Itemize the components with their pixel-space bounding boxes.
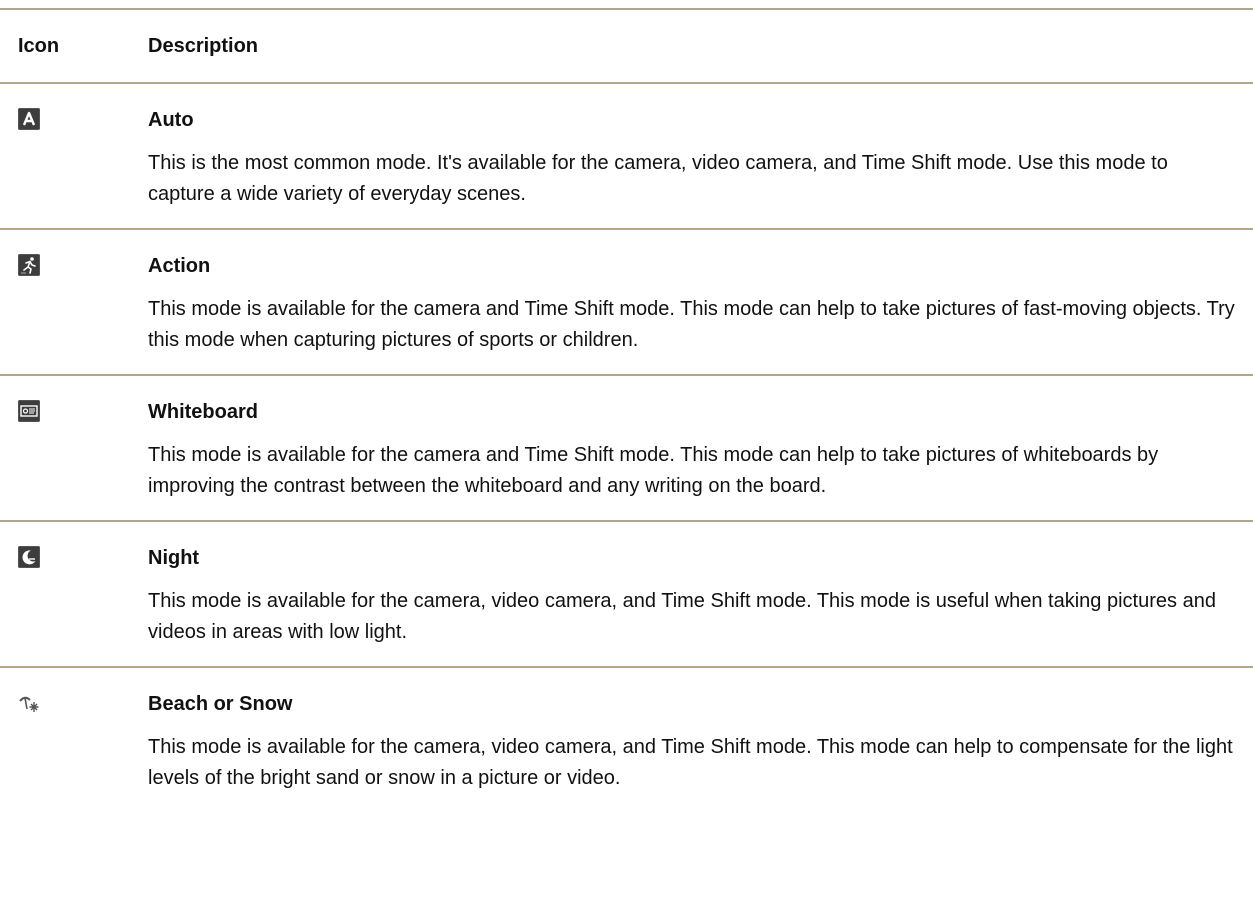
table-row: Night This mode is available for the cam… bbox=[0, 522, 1253, 666]
table-header-row: Icon Description bbox=[0, 10, 1253, 82]
mode-description: This is the most common mode. It's avail… bbox=[148, 152, 1168, 205]
table-row: Whiteboard This mode is available for th… bbox=[0, 376, 1253, 520]
table-row: Beach or Snow This mode is available for… bbox=[0, 668, 1253, 812]
auto-mode-icon bbox=[18, 108, 40, 130]
mode-title: Auto bbox=[148, 109, 194, 131]
mode-title: Whiteboard bbox=[148, 401, 258, 423]
header-icon-label: Icon bbox=[18, 34, 60, 57]
whiteboard-mode-icon bbox=[18, 400, 40, 422]
mode-description: This mode is available for the camera an… bbox=[148, 298, 1235, 351]
table-row: Action This mode is available for the ca… bbox=[0, 230, 1253, 374]
night-mode-icon bbox=[18, 546, 40, 568]
action-mode-icon bbox=[18, 254, 40, 276]
beach-snow-mode-icon bbox=[18, 692, 40, 714]
table-row: Auto This is the most common mode. It's … bbox=[0, 84, 1253, 228]
mode-description: This mode is available for the camera, v… bbox=[148, 736, 1233, 789]
header-description-label: Description bbox=[148, 34, 259, 57]
mode-title: Action bbox=[148, 255, 211, 277]
modes-table: Icon Description Auto This is the most c… bbox=[0, 0, 1253, 812]
mode-title: Night bbox=[148, 547, 200, 569]
mode-description: This mode is available for the camera an… bbox=[148, 444, 1159, 497]
mode-title: Beach or Snow bbox=[148, 693, 293, 715]
mode-description: This mode is available for the camera, v… bbox=[148, 590, 1216, 643]
